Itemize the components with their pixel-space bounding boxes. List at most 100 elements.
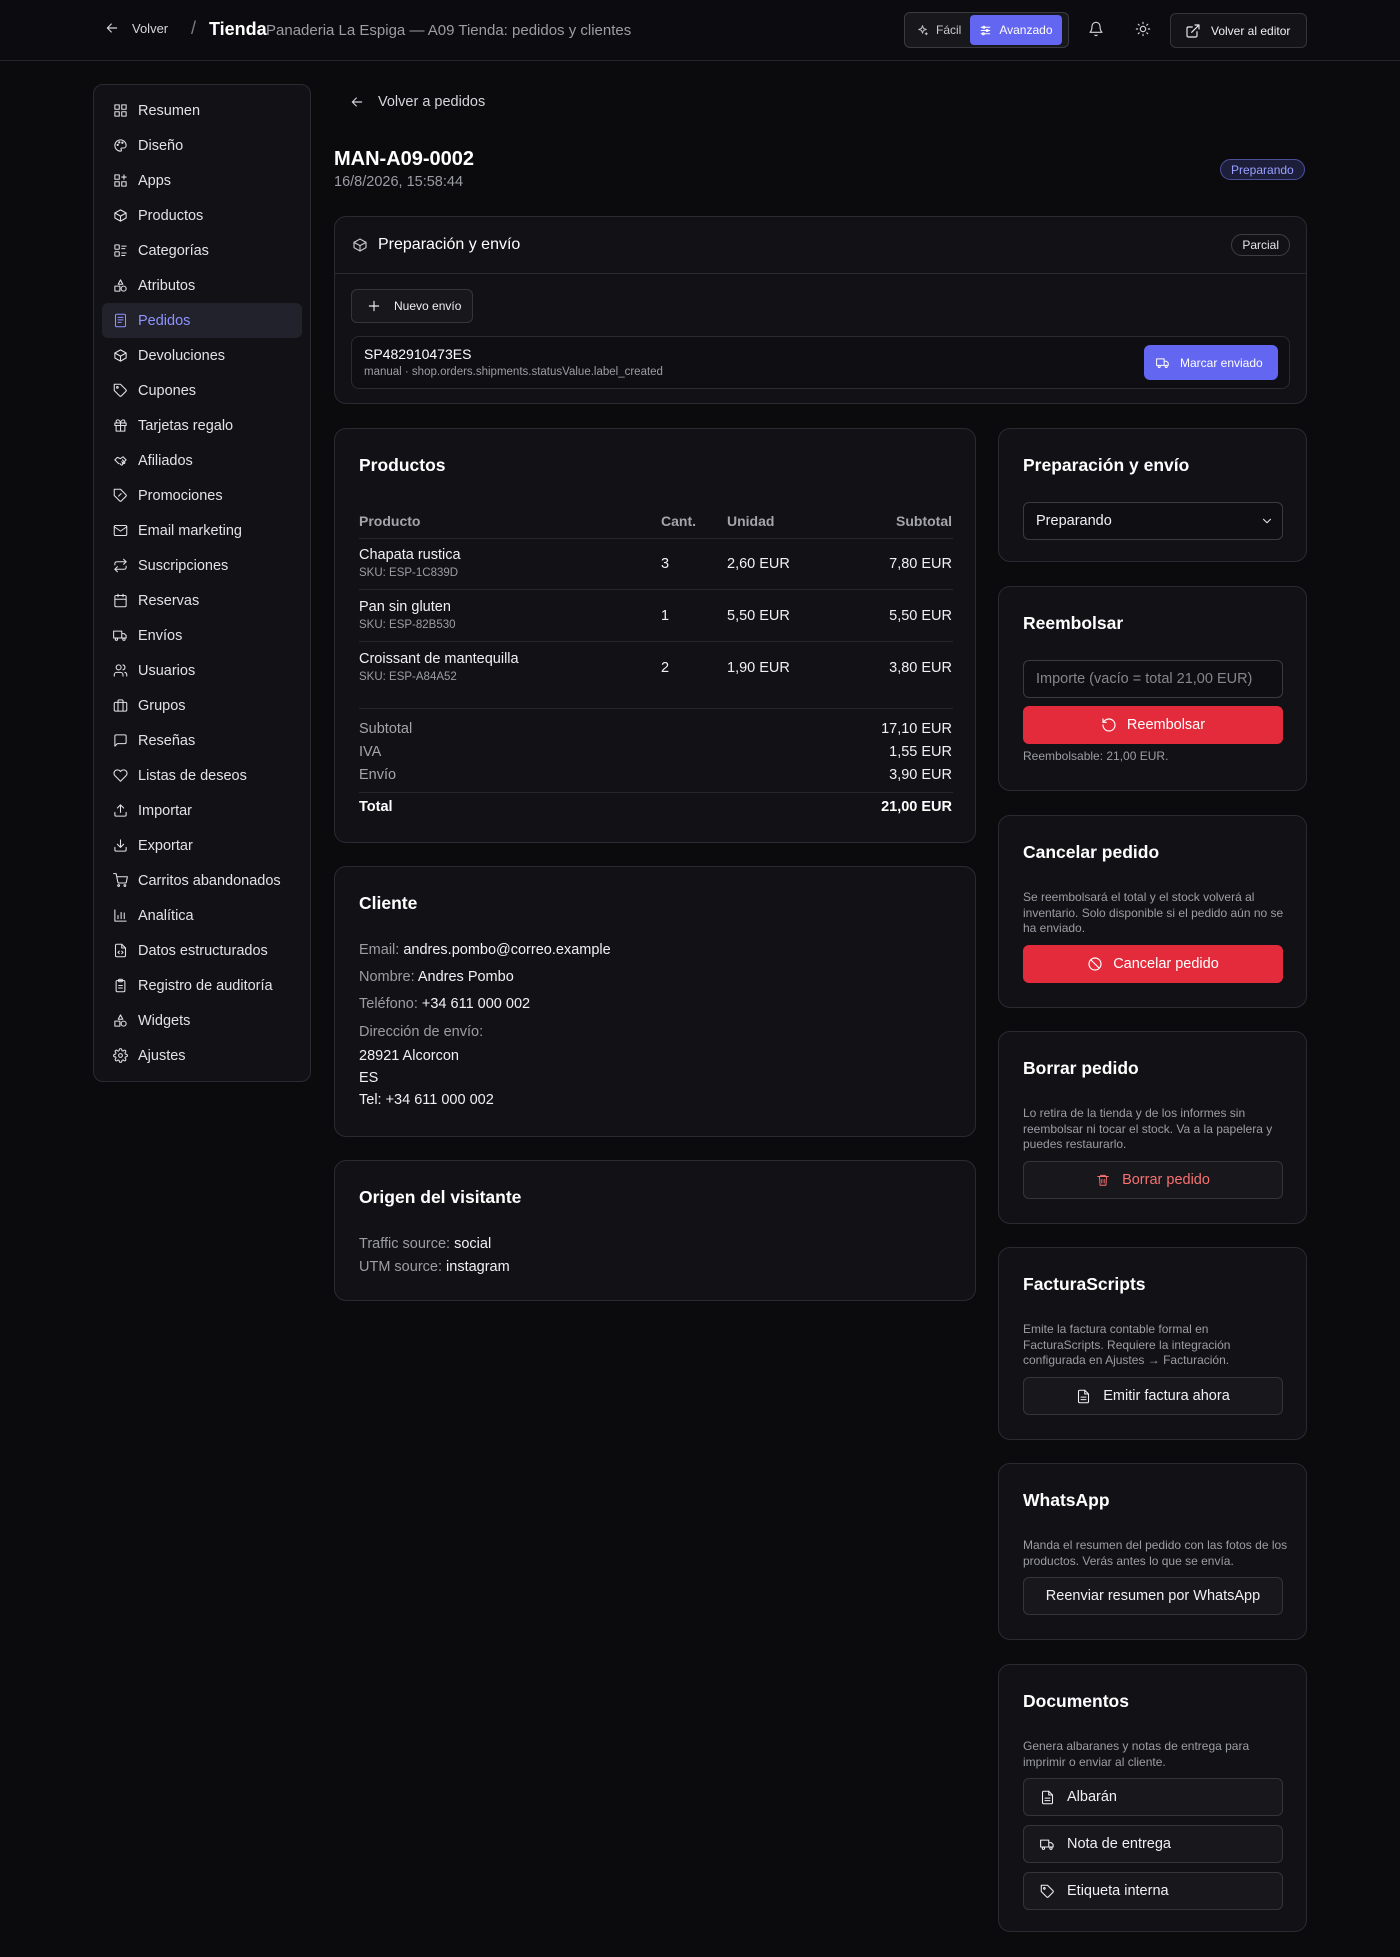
- column-header-qty: Cant.: [661, 513, 696, 529]
- utm-source-row: UTM source: instagram: [359, 1259, 510, 1275]
- sidebar-item-atributos[interactable]: Atributos: [102, 268, 302, 303]
- sun-icon: [1135, 21, 1151, 37]
- shapes-icon: [114, 279, 127, 292]
- phone-label: Teléfono:: [359, 996, 418, 1012]
- sidebar-item-envíos[interactable]: Envíos: [102, 618, 302, 653]
- sidebar-item-label: Atributos: [138, 277, 196, 294]
- cancel-order-button[interactable]: Cancelar pedido: [1023, 945, 1283, 983]
- sidebar-item-analítica[interactable]: Analítica: [102, 898, 302, 933]
- client-email-row: Email: andres.pombo@correo.example: [359, 942, 611, 958]
- client-title: Cliente: [359, 893, 418, 913]
- total-label: Subtotal: [359, 721, 413, 737]
- totals-divider: [359, 708, 953, 709]
- cancel-description: Se reembolsará el total y el stock volve…: [1023, 890, 1284, 935]
- utm-label: UTM source:: [359, 1259, 442, 1275]
- sidebar-item-pedidos[interactable]: Pedidos: [102, 303, 302, 338]
- sidebar-item-exportar[interactable]: Exportar: [102, 828, 302, 863]
- order-date: 16/8/2026, 15:58:44: [334, 174, 464, 190]
- sidebar-item-email-marketing[interactable]: Email marketing: [102, 513, 302, 548]
- mode-toggle: Fácil Avanzado: [904, 12, 1069, 48]
- back-button[interactable]: Volver: [104, 20, 168, 36]
- sidebar-item-suscripciones[interactable]: Suscripciones: [102, 548, 302, 583]
- sidebar-item-productos[interactable]: Productos: [102, 198, 302, 233]
- package-icon: [353, 238, 367, 252]
- issue-invoice-label: Emitir factura ahora: [1103, 1388, 1230, 1404]
- documents-description: Genera albaranes y notas de entrega para…: [1023, 1739, 1250, 1769]
- product-name: Pan sin gluten: [359, 599, 451, 615]
- resend-whatsapp-button[interactable]: Reenviar resumen por WhatsApp: [1023, 1577, 1283, 1615]
- sidebar-item-devoluciones[interactable]: Devoluciones: [102, 338, 302, 373]
- sidebar-item-afiliados[interactable]: Afiliados: [102, 443, 302, 478]
- refund-button[interactable]: Reembolsar: [1023, 706, 1283, 744]
- delete-order-label: Borrar pedido: [1122, 1172, 1210, 1188]
- cancel-card: Cancelar pedido Se reembolsará el total …: [998, 815, 1307, 1008]
- back-to-orders-link[interactable]: Volver a pedidos: [349, 94, 485, 110]
- tag-icon: [1040, 1884, 1054, 1898]
- delivery-note-albaran-button[interactable]: Albarán: [1023, 1778, 1283, 1816]
- sidebar-item-cupones[interactable]: Cupones: [102, 373, 302, 408]
- sidebar-item-label: Tarjetas regalo: [138, 417, 234, 434]
- status-select[interactable]: Preparando: [1023, 502, 1283, 540]
- column-header-unit: Unidad: [727, 513, 775, 529]
- back-to-orders-label: Volver a pedidos: [378, 94, 486, 110]
- product-sku: SKU: ESP-A84A52: [359, 671, 457, 683]
- delete-description: Lo retira de la tienda y de los informes…: [1023, 1106, 1273, 1151]
- product-name: Croissant de mantequilla: [359, 651, 519, 667]
- sidebar-item-datos-estructurados[interactable]: Datos estructurados: [102, 933, 302, 968]
- delete-order-button[interactable]: Borrar pedido: [1023, 1161, 1283, 1199]
- sidebar-item-carritos-abandonados[interactable]: Carritos abandonados: [102, 863, 302, 898]
- sidebar-item-categorías[interactable]: Categorías: [102, 233, 302, 268]
- sidebar-item-apps[interactable]: Apps: [102, 163, 302, 198]
- sidebar-item-tarjetas-regalo[interactable]: Tarjetas regalo: [102, 408, 302, 443]
- theme-toggle[interactable]: [1135, 21, 1151, 37]
- box-icon: [114, 209, 127, 222]
- editor-button-label: Volver al editor: [1211, 23, 1291, 38]
- sidebar-item-label: Categorías: [138, 242, 209, 259]
- sidebar-item-listas-de-deseos[interactable]: Listas de deseos: [102, 758, 302, 793]
- issue-invoice-button[interactable]: Emitir factura ahora: [1023, 1377, 1283, 1415]
- sidebar: Resumen Diseño Apps Productos Categorías Atri…: [93, 84, 311, 1082]
- sidebar-item-diseño[interactable]: Diseño: [102, 128, 302, 163]
- notifications-button[interactable]: [1088, 21, 1104, 37]
- sidebar-item-reseñas[interactable]: Reseñas: [102, 723, 302, 758]
- sidebar-item-importar[interactable]: Importar: [102, 793, 302, 828]
- invoice-description: Emite la factura contable formal en Fact…: [1023, 1322, 1231, 1367]
- sidebar-item-registro-de-auditoría[interactable]: Registro de auditoría: [102, 968, 302, 1003]
- new-shipment-button[interactable]: Nuevo envío: [351, 289, 473, 323]
- traffic-label: Traffic source:: [359, 1236, 451, 1252]
- sidebar-item-reservas[interactable]: Reservas: [102, 583, 302, 618]
- sidebar-item-resumen[interactable]: Resumen: [102, 93, 302, 128]
- back-to-editor-button[interactable]: Volver al editor: [1170, 13, 1307, 48]
- product-subtotal: 3,80 EUR: [889, 660, 952, 676]
- internal-label-button[interactable]: Etiqueta interna: [1023, 1872, 1283, 1910]
- sidebar-item-grupos[interactable]: Grupos: [102, 688, 302, 723]
- sidebar-item-usuarios[interactable]: Usuarios: [102, 653, 302, 688]
- sidebar-item-widgets[interactable]: Widgets: [102, 1003, 302, 1038]
- sidebar-item-promociones[interactable]: Promociones: [102, 478, 302, 513]
- mode-advanced-button[interactable]: Avanzado: [970, 15, 1062, 45]
- delete-card: Borrar pedido Lo retira de la tienda y d…: [998, 1031, 1307, 1224]
- invoice-card: FacturaScripts Emite la factura contable…: [998, 1247, 1307, 1440]
- address-label: Dirección de envío:: [359, 1024, 484, 1040]
- sidebar-item-label: Promociones: [138, 487, 223, 504]
- palette-icon: [114, 139, 127, 152]
- row-divider: [359, 641, 953, 642]
- file-text-icon: [1078, 1389, 1090, 1403]
- sidebar-item-label: Envíos: [138, 627, 183, 644]
- truck-icon: [1040, 1839, 1054, 1850]
- delivery-note-button[interactable]: Nota de entrega: [1023, 1825, 1283, 1863]
- total-label: Envío: [359, 767, 397, 783]
- refund-amount-input[interactable]: [1023, 660, 1283, 698]
- sidebar-item-ajustes[interactable]: Ajustes: [102, 1038, 302, 1073]
- mode-easy-button[interactable]: Fácil: [907, 15, 970, 45]
- clipboard-icon: [115, 978, 126, 993]
- mark-sent-button[interactable]: Marcar enviado: [1144, 345, 1278, 380]
- sidebar-item-label: Reservas: [138, 592, 200, 609]
- file-code-icon: [114, 943, 127, 958]
- shipping-header: Preparación y envío: [335, 217, 1306, 274]
- visitor-origin-card: Origen del visitante Traffic source: soc…: [334, 1160, 976, 1301]
- product-subtotal: 5,50 EUR: [889, 608, 952, 624]
- email-label: Email:: [359, 942, 400, 958]
- sidebar-item-label: Afiliados: [138, 452, 193, 469]
- truck-icon: [1156, 357, 1169, 368]
